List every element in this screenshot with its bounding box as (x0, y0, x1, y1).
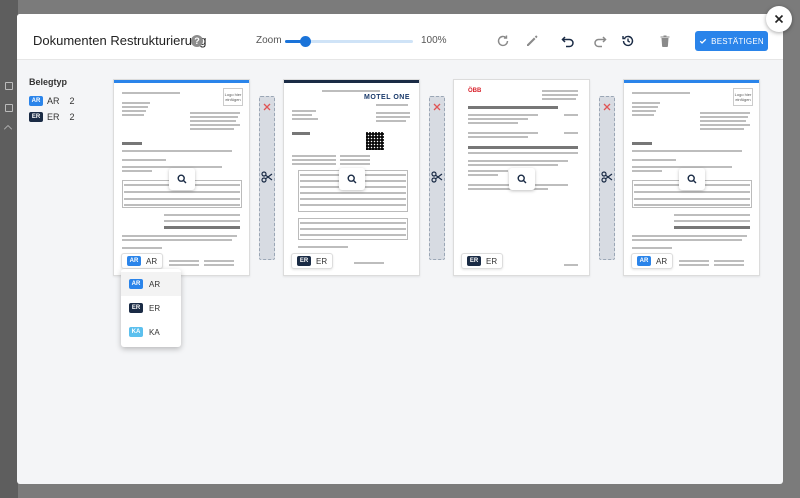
page-type-label: ER (316, 256, 328, 266)
scissors-icon[interactable] (431, 171, 443, 183)
background-nav-icon (5, 82, 13, 90)
dropdown-option-ar[interactable]: AR AR (121, 272, 181, 296)
question-circle-icon[interactable]: ? (191, 35, 203, 47)
page-accent-bar (284, 80, 419, 83)
zoom-value: 100% (421, 35, 447, 46)
check-icon (699, 38, 707, 44)
page-type-dropdown: AR AR ER ER KA KA (121, 269, 181, 347)
magnifier-icon (687, 174, 697, 184)
rotate-icon[interactable] (495, 33, 511, 49)
page-type-selector[interactable]: AR AR (121, 253, 164, 269)
brand-logo: MOTEL ONE (364, 94, 410, 101)
remove-split-icon[interactable] (433, 103, 441, 111)
confirm-button-label: BESTÄTIGEN (711, 36, 764, 46)
background-nav-icon (5, 104, 13, 112)
zoom-preview-button[interactable] (509, 168, 535, 190)
restructure-modal: Dokumenten Restrukturierung ? Zoom 100% … (17, 14, 783, 484)
document-page-3[interactable]: ÖBB ER ER (453, 79, 590, 276)
option-label: KA (149, 327, 160, 337)
scissors-icon[interactable] (601, 171, 613, 183)
page-accent-bar (624, 80, 759, 83)
zoom-label: Zoom (256, 35, 282, 46)
page-type-label: ER (486, 256, 498, 266)
undo-icon[interactable] (560, 33, 576, 49)
zoom-preview-button[interactable] (339, 168, 365, 190)
modal-header: Dokumenten Restrukturierung ? Zoom 100% … (17, 14, 783, 60)
document-type-heading: Belegtyp (29, 77, 68, 87)
page-splitter[interactable] (599, 96, 615, 260)
type-count: 2 (69, 96, 75, 106)
type-count: 2 (69, 112, 75, 122)
confirm-button[interactable]: BESTÄTIGEN (695, 31, 768, 51)
page-type-selector[interactable]: ER ER (461, 253, 504, 269)
type-badge: ER (467, 256, 481, 266)
type-label: ER (47, 112, 60, 122)
document-page-2[interactable]: MOTEL ONE ER ER (283, 79, 420, 276)
document-type-row-ar[interactable]: AR AR 2 (29, 95, 75, 107)
type-badge: AR (127, 256, 141, 266)
page-type-label: AR (656, 256, 668, 266)
zoom-preview-button[interactable] (169, 168, 195, 190)
zoom-slider[interactable] (285, 36, 413, 47)
option-label: ER (149, 303, 161, 313)
close-modal-button[interactable] (766, 6, 792, 32)
close-icon (774, 14, 784, 24)
edit-icon[interactable] (524, 33, 540, 49)
magnifier-icon (517, 174, 527, 184)
document-page-4[interactable]: Logo hier einfügen AR AR (623, 79, 760, 276)
page-type-selector[interactable]: AR AR (631, 253, 674, 269)
background-nav-icon (3, 124, 13, 134)
background-app-sidebar (0, 0, 18, 498)
document-type-row-er[interactable]: ER ER 2 (29, 111, 75, 123)
magnifier-icon (177, 174, 187, 184)
zoom-preview-button[interactable] (679, 168, 705, 190)
logo-placeholder: Logo hier einfügen (733, 88, 753, 106)
type-badge: ER (129, 303, 143, 313)
type-badge: AR (129, 279, 143, 289)
modal-title: Dokumenten Restrukturierung (33, 33, 207, 48)
logo-placeholder: Logo hier einfügen (223, 88, 243, 106)
remove-split-icon[interactable] (603, 103, 611, 111)
page-splitter[interactable] (259, 96, 275, 260)
type-badge: AR (637, 256, 651, 266)
trash-icon[interactable] (657, 33, 673, 49)
remove-split-icon[interactable] (263, 103, 271, 111)
page-type-label: AR (146, 256, 158, 266)
scissors-icon[interactable] (261, 171, 273, 183)
type-badge: ER (29, 112, 43, 122)
document-page-1[interactable]: Logo hier einfügen AR AR (113, 79, 250, 276)
qr-code (366, 132, 384, 150)
option-label: AR (149, 279, 161, 289)
redo-icon[interactable] (592, 33, 608, 49)
magnifier-icon (347, 174, 357, 184)
dropdown-option-ka[interactable]: KA KA (121, 320, 181, 344)
type-badge: ER (297, 256, 311, 266)
type-label: AR (47, 96, 60, 106)
history-icon[interactable] (620, 33, 636, 49)
dropdown-option-er[interactable]: ER ER (121, 296, 181, 320)
brand-logo: ÖBB (468, 88, 482, 94)
page-type-selector[interactable]: ER ER (291, 253, 334, 269)
page-splitter[interactable] (429, 96, 445, 260)
type-badge: KA (129, 327, 143, 337)
type-badge: AR (29, 96, 43, 106)
zoom-slider-handle[interactable] (300, 36, 312, 47)
page-accent-bar (114, 80, 249, 83)
